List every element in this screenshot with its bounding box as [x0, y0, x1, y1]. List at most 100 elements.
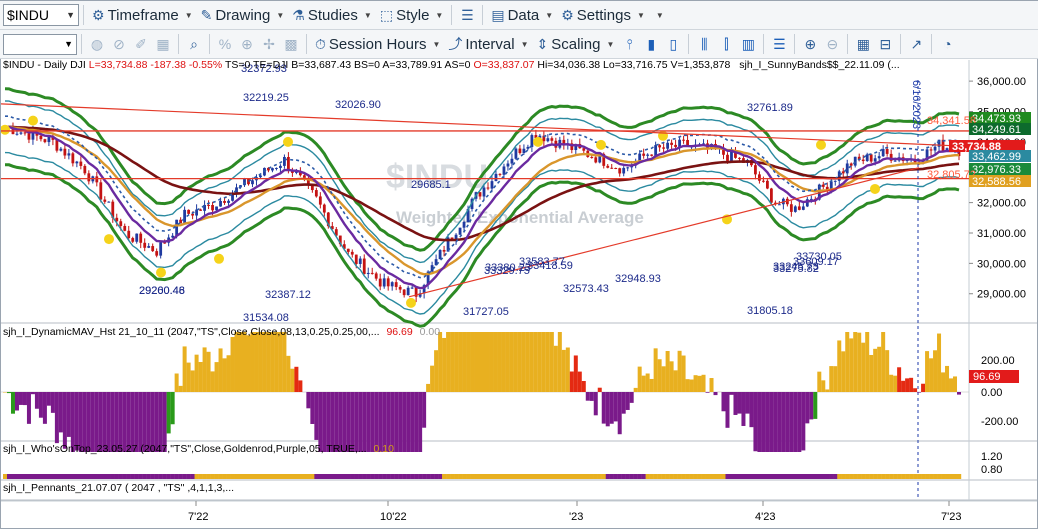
- workspace-dropdown[interactable]: ▼: [3, 33, 77, 55]
- histogram-bar: [937, 333, 942, 392]
- candlestick-icon[interactable]: ▮: [640, 33, 662, 55]
- hollow-candle-icon[interactable]: ▯: [662, 33, 684, 55]
- format-icon[interactable]: ▦: [152, 33, 174, 55]
- table-icon[interactable]: ▦: [852, 33, 874, 55]
- wot-segment: [250, 474, 255, 479]
- collapse-icon[interactable]: ⊟: [874, 33, 896, 55]
- wot-segment: [741, 474, 746, 479]
- candle-body: [845, 163, 849, 174]
- histogram-bar: [190, 370, 195, 392]
- histogram-bar: [458, 332, 463, 392]
- pivot-dot: [283, 136, 293, 147]
- quote-fields: TS=0 TE=DJI B=33,687.43 BS=0 A=33,789.91…: [224, 59, 471, 71]
- histogram-bar: [601, 392, 606, 424]
- histogram-bar: [298, 380, 303, 392]
- histogram-bar: [773, 392, 778, 452]
- scaling-menu[interactable]: ⇕ Scaling ▼: [533, 32, 619, 56]
- histogram-bar: [489, 332, 494, 392]
- histogram-bar: [470, 332, 475, 392]
- wot-pane-header: sjh_I_Who'sOnTop_23.05.27 (2047,"TS",Clo…: [3, 443, 394, 455]
- histogram-bar: [310, 392, 315, 424]
- wot-segment: [929, 474, 934, 479]
- zoom-in-icon[interactable]: ⊕: [799, 33, 821, 55]
- date-axis-label: '23: [569, 511, 583, 523]
- divider: [178, 34, 179, 54]
- wot-segment: [949, 474, 954, 479]
- studies-menu[interactable]: ⚗ Studies ▼: [288, 3, 376, 27]
- drawing-menu[interactable]: ✎ Drawing ▼: [197, 3, 289, 27]
- session-hours-menu[interactable]: ⏱ Session Hours ▼: [311, 32, 444, 56]
- candle-body: [63, 148, 67, 156]
- wot-segment: [310, 474, 315, 479]
- percent-icon[interactable]: %: [214, 33, 236, 55]
- flask-icon: ⚗: [292, 6, 305, 23]
- histogram-bar: [218, 348, 223, 392]
- overflow-menu[interactable]: ▼: [649, 3, 668, 27]
- chart-canvas[interactable]: $INDU Weighted Exponential Average 6/16/…: [0, 60, 1037, 527]
- wot-segment: [729, 474, 734, 479]
- candle-body: [346, 248, 350, 252]
- trend-chart-icon[interactable]: ↗: [905, 33, 927, 55]
- interval-menu[interactable]: ⤴ Interval ▼: [444, 32, 532, 56]
- wot-segment: [458, 474, 463, 479]
- histogram-bar: [869, 354, 874, 392]
- price-level-label: 29200.48: [139, 285, 185, 297]
- analytics-icon[interactable]: ◔: [936, 33, 958, 55]
- candle-body: [322, 204, 326, 213]
- bar-chart-icon[interactable]: ⫯: [618, 33, 640, 55]
- histogram-bar: [174, 373, 179, 392]
- data-menu[interactable]: ▤ Data ▼: [487, 3, 557, 27]
- wot-segment: [613, 474, 618, 479]
- wot-segment: [953, 474, 958, 479]
- histogram-bar: [170, 392, 175, 425]
- wot-segment: [86, 474, 92, 479]
- candle-body: [462, 222, 466, 228]
- layout-icon[interactable]: ☰: [456, 4, 478, 26]
- columns-icon[interactable]: ▥: [737, 33, 759, 55]
- candle-body: [223, 200, 226, 203]
- divider: [83, 5, 84, 25]
- wot-segment: [673, 474, 678, 479]
- candle-body: [618, 168, 622, 174]
- candle-body: [139, 233, 143, 243]
- chart-area[interactable]: $INDU Weighted Exponential Average 6/16/…: [0, 60, 1037, 527]
- color-icon[interactable]: ◍: [86, 33, 108, 55]
- candle-body: [279, 165, 282, 168]
- histogram-bar: [645, 373, 650, 392]
- candle-body: [358, 258, 362, 264]
- volume-bars-icon[interactable]: ⫼: [693, 33, 715, 55]
- wot-segment: [745, 474, 750, 479]
- divider: [763, 34, 765, 54]
- histogram-bar: [573, 355, 578, 392]
- link-icon[interactable]: ⊘: [108, 33, 130, 55]
- style-menu[interactable]: ⬚ Style ▼: [376, 3, 448, 27]
- wot-segment: [434, 474, 439, 479]
- panes-icon[interactable]: ☰: [768, 33, 790, 55]
- search-icon[interactable]: ⌕: [183, 33, 205, 55]
- histogram-bar: [949, 378, 954, 392]
- candle-body: [151, 246, 155, 252]
- histogram-bar: [881, 332, 886, 392]
- crosshair-icon[interactable]: ✢: [258, 33, 280, 55]
- histogram-bar: [789, 392, 794, 452]
- wot-segment: [773, 474, 778, 479]
- wot-segment: [585, 474, 590, 479]
- pivot-dot: [104, 234, 114, 245]
- zoom-out-icon[interactable]: ⊖: [821, 33, 843, 55]
- style-label: Style: [396, 6, 430, 24]
- grid-icon[interactable]: ▩: [280, 33, 302, 55]
- price-level-label: 31727.05: [463, 306, 509, 318]
- wot-segment: [817, 474, 822, 479]
- zoom-icon[interactable]: ⊕: [236, 33, 258, 55]
- histogram-bar: [34, 392, 39, 409]
- histogram-bar: [214, 362, 219, 392]
- symbol-dropdown[interactable]: $INDU ▼: [3, 4, 79, 26]
- timeframe-menu[interactable]: ⚙ Timeframe ▼: [88, 3, 197, 27]
- brush-icon[interactable]: ✐: [130, 33, 152, 55]
- settings-menu[interactable]: ⚙ Settings ▼: [557, 3, 649, 27]
- histogram-bar: [509, 332, 514, 392]
- histogram-bar: [561, 349, 566, 392]
- candle-body: [861, 159, 865, 162]
- bars-icon[interactable]: ⫿: [715, 33, 737, 55]
- wot-segment: [286, 474, 291, 479]
